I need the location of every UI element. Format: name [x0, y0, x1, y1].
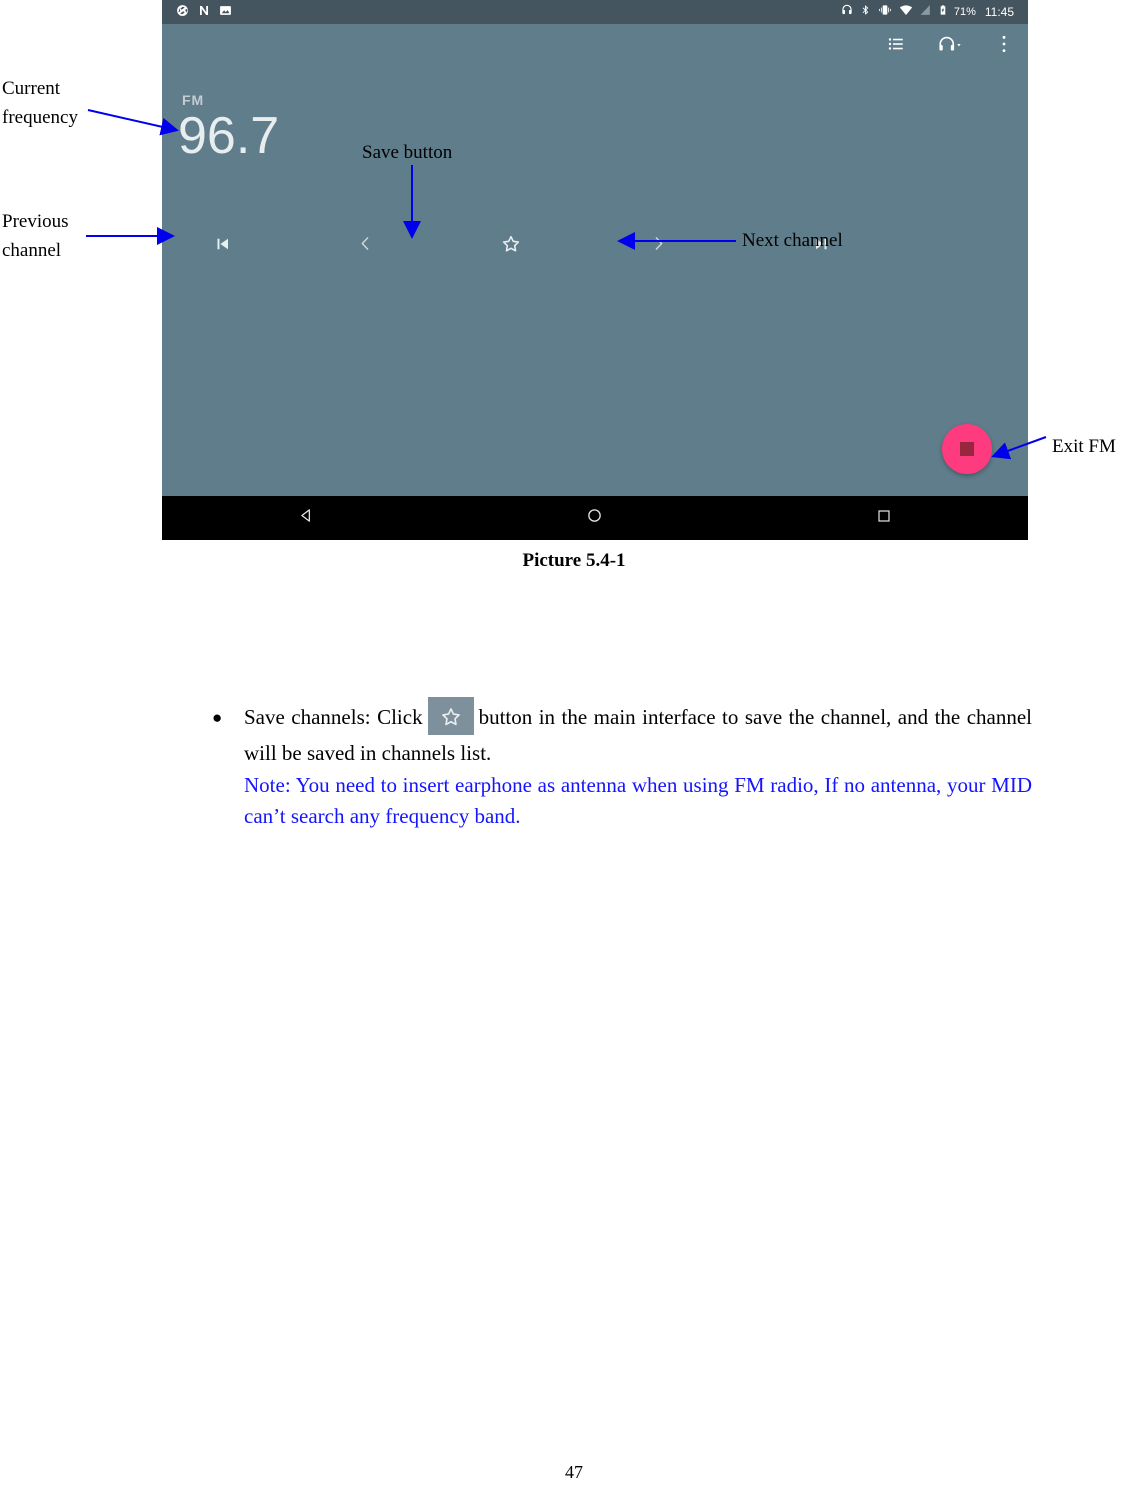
band-label: FM [182, 92, 205, 108]
current-frequency-value: 96.7 [178, 107, 280, 165]
playback-controls [162, 224, 1028, 268]
circle-home-icon [586, 507, 603, 529]
note-text: Note: You need to insert earphone as ant… [244, 773, 1032, 828]
audio-output-button[interactable] [936, 32, 964, 60]
tune-up-button[interactable] [574, 224, 742, 268]
inline-star-icon [427, 697, 474, 735]
fm-radio-screenshot: 71% 11:45 FM 96.7 [162, 0, 1028, 540]
headphone-dropdown-icon [937, 34, 963, 59]
skip-previous-icon [213, 235, 231, 258]
annotation-exit-fm: Exit FM [1052, 436, 1116, 457]
signal-icon [919, 3, 932, 21]
chevron-right-icon [650, 235, 667, 257]
annotation-save-button: Save button [362, 142, 453, 163]
letter-n-icon [198, 4, 210, 21]
annotation-current-frequency: Current frequency [2, 74, 78, 133]
annotation-next-channel: Next channel [742, 230, 843, 251]
document-body: ● Save channels: Click button in the main… [212, 697, 1032, 832]
status-bar-left-icons [170, 4, 232, 21]
page-number: 47 [565, 1462, 583, 1482]
annotation-previous-channel-line1: Previous [2, 211, 69, 232]
triangle-back-icon [298, 507, 315, 529]
exit-fm-button[interactable] [942, 424, 992, 474]
star-outline-icon [501, 234, 521, 259]
stop-square-icon [960, 442, 974, 456]
list-icon [887, 35, 905, 58]
status-bar-right-icons: 71% 11:45 [840, 3, 1020, 21]
recents-button[interactable] [854, 496, 914, 540]
overflow-menu-button[interactable] [990, 32, 1018, 60]
android-status-bar: 71% 11:45 [162, 0, 1028, 24]
annotation-previous-channel-line2: channel [2, 240, 62, 262]
app-toolbar [882, 32, 1018, 60]
clock-label: 11:45 [984, 5, 1014, 19]
fm-radio-app-body: FM 96.7 [162, 24, 1028, 496]
android-navigation-bar [162, 496, 1028, 540]
figure-caption: Picture 5.4-1 [522, 550, 626, 571]
annotation-previous-channel: Previous channel [2, 207, 69, 266]
bullet-text: Save channels: Click button in the main i… [244, 697, 1032, 769]
home-button[interactable] [565, 496, 625, 540]
bullet-text-before: Save channels: Click [244, 704, 423, 729]
back-button[interactable] [276, 496, 336, 540]
square-recents-icon [876, 508, 892, 529]
bluetooth-icon [860, 3, 871, 21]
headphone-icon [840, 3, 854, 21]
vibrate-icon [877, 3, 893, 21]
image-icon [219, 4, 232, 21]
battery-percent-label: 71% [953, 6, 976, 18]
channel-list-button[interactable] [882, 32, 910, 60]
battery-charging-icon [938, 3, 948, 21]
save-channel-button[interactable] [448, 224, 574, 268]
frequency-display: FM 96.7 [178, 92, 279, 164]
tune-down-button[interactable] [282, 224, 448, 268]
annotation-current-frequency-line2: frequency [2, 107, 78, 129]
bullet-item-save-channels: ● Save channels: Click button in the main… [212, 697, 1032, 769]
chevron-left-icon [357, 235, 374, 257]
bullet-marker: ● [212, 708, 223, 727]
previous-station-button[interactable] [162, 224, 282, 268]
wifi-icon [899, 3, 913, 21]
annotation-current-frequency-line1: Current [2, 78, 61, 99]
aperture-icon [176, 4, 189, 21]
overflow-menu-icon [1001, 34, 1007, 59]
